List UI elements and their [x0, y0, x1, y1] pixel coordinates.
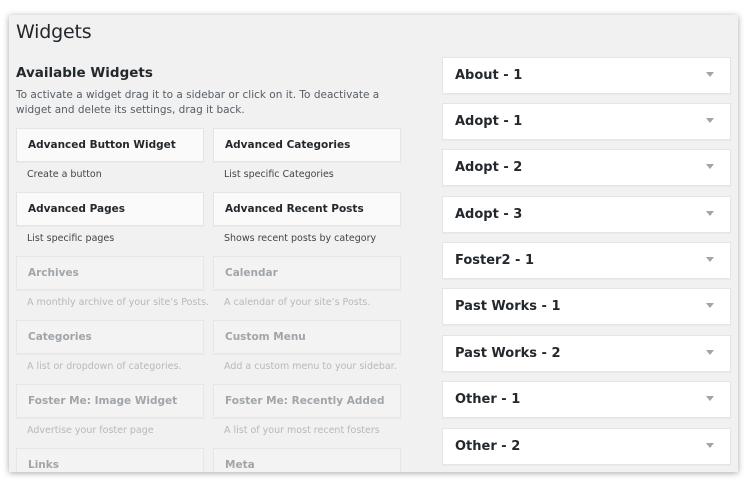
widget-title[interactable]: Links [16, 448, 204, 472]
widget-categories[interactable]: Categories A list or dropdown of categor… [16, 320, 204, 372]
sidebar-past-works-1[interactable]: Past Works - 1 [442, 288, 731, 325]
widget-title[interactable]: Custom Menu [213, 320, 401, 354]
sidebar-name[interactable]: Past Works - 1 [455, 289, 561, 325]
caret-down-icon[interactable] [706, 350, 714, 355]
widget-custom-menu[interactable]: Custom Menu Add a custom menu to your si… [213, 320, 401, 372]
widget-advanced-categories[interactable]: Advanced Categories List specific Catego… [213, 128, 401, 180]
sidebar-name[interactable]: Adopt - 1 [455, 104, 522, 140]
sidebar-adopt-2[interactable]: Adopt - 2 [442, 149, 731, 186]
widget-foster-me-recently-added[interactable]: Foster Me: Recently Added A list of your… [213, 384, 401, 436]
widget-description: Create a button [27, 169, 102, 180]
widget-title[interactable]: Archives [16, 256, 204, 290]
sidebar-name[interactable]: Foster2 - 1 [455, 243, 534, 279]
widget-title[interactable]: Advanced Categories [213, 128, 401, 162]
widget-description: List specific pages [27, 233, 115, 244]
widget-foster-me-image[interactable]: Foster Me: Image Widget Advertise your f… [16, 384, 204, 436]
caret-down-icon[interactable] [706, 257, 714, 262]
widget-description: List specific Categories [224, 169, 334, 180]
caret-down-icon[interactable] [706, 396, 714, 401]
sidebar-name[interactable]: Other - 1 [455, 382, 520, 418]
widget-title[interactable]: Meta [213, 448, 401, 472]
widget-title[interactable]: Foster Me: Image Widget [16, 384, 204, 418]
widget-description: A list or dropdown of categories. [27, 361, 182, 372]
widget-description: A list of your most recent fosters [224, 425, 380, 436]
widget-title[interactable]: Advanced Recent Posts [213, 192, 401, 226]
widget-links[interactable]: Links [16, 448, 204, 472]
available-widgets-description: To activate a widget drag it to a sideba… [16, 89, 380, 116]
sidebar-foster2-1[interactable]: Foster2 - 1 [442, 242, 731, 279]
widget-description: A monthly archive of your site’s Posts. [27, 297, 210, 308]
widget-description: Shows recent posts by category [224, 233, 377, 244]
widget-advanced-recent-posts[interactable]: Advanced Recent Posts Shows recent posts… [213, 192, 401, 244]
widget-title[interactable]: Advanced Pages [16, 192, 204, 226]
caret-down-icon[interactable] [706, 72, 714, 77]
caret-down-icon[interactable] [706, 118, 714, 123]
caret-down-icon[interactable] [706, 164, 714, 169]
widget-advanced-pages[interactable]: Advanced Pages List specific pages [16, 192, 204, 244]
sidebar-other-1[interactable]: Other - 1 [442, 381, 731, 418]
sidebar-name[interactable]: Past Works - 2 [455, 336, 561, 372]
widget-meta[interactable]: Meta [213, 448, 401, 472]
widget-title[interactable]: Categories [16, 320, 204, 354]
sidebar-adopt-1[interactable]: Adopt - 1 [442, 103, 731, 140]
widget-archives[interactable]: Archives A monthly archive of your site’… [16, 256, 210, 308]
widget-title[interactable]: Advanced Button Widget [16, 128, 204, 162]
sidebar-name[interactable]: Other - 2 [455, 429, 520, 465]
widget-description: Advertise your foster page [27, 425, 154, 436]
sidebar-name[interactable]: Adopt - 2 [455, 150, 522, 186]
sidebar-past-works-2[interactable]: Past Works - 2 [442, 335, 731, 372]
sidebar-name[interactable]: Adopt - 3 [455, 197, 522, 233]
sidebar-other-2[interactable]: Other - 2 [442, 428, 731, 465]
widget-description: A calendar of your site’s Posts. [224, 297, 371, 308]
sidebar-about-1[interactable]: About - 1 [442, 57, 731, 94]
widget-calendar[interactable]: Calendar A calendar of your site’s Posts… [213, 256, 401, 308]
widget-title[interactable]: Calendar [213, 256, 401, 290]
caret-down-icon[interactable] [706, 303, 714, 308]
available-widgets-heading: Available Widgets [16, 65, 153, 81]
sidebar-name[interactable]: About - 1 [455, 58, 522, 94]
caret-down-icon[interactable] [706, 443, 714, 448]
widget-description: Add a custom menu to your sidebar. [224, 361, 397, 372]
sidebar-adopt-3[interactable]: Adopt - 3 [442, 196, 731, 233]
widget-title[interactable]: Foster Me: Recently Added [213, 384, 401, 418]
widget-advanced-button[interactable]: Advanced Button Widget Create a button [16, 128, 204, 180]
page-title: Widgets [16, 21, 92, 43]
widgets-screen: Widgets Available Widgets To activate a … [9, 15, 738, 472]
caret-down-icon[interactable] [706, 211, 714, 216]
